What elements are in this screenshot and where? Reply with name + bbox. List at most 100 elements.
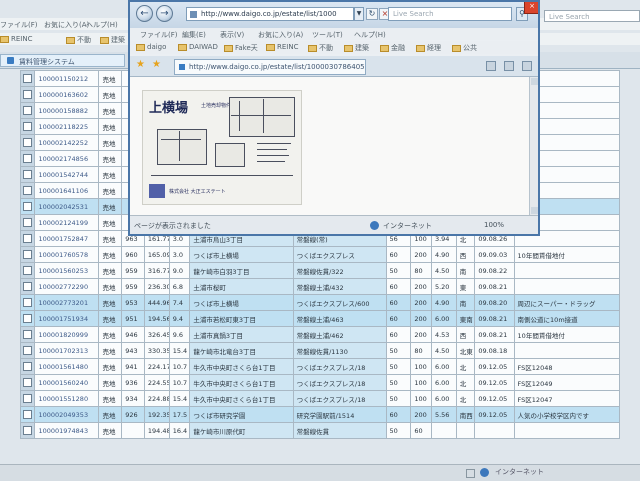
cell-id[interactable]: 100002124199 <box>34 214 100 231</box>
table-row[interactable]: 100001974843 売地 194.48 16.4 龍ケ崎市川原代町 常磐線佐貫 50 6… <box>19 422 621 439</box>
bg-favorite-item[interactable]: 建築 <box>100 35 125 45</box>
favorite-item[interactable]: daigo <box>136 43 166 51</box>
menu-view[interactable]: 表示(V) <box>220 30 244 40</box>
row-checkbox[interactable] <box>23 106 33 115</box>
zoom-level[interactable]: 100% <box>484 221 504 229</box>
cell-id[interactable]: 100001820999 <box>34 326 100 343</box>
cell-id[interactable]: 100002118225 <box>34 118 100 135</box>
row-checkbox[interactable] <box>23 346 33 355</box>
row-checkbox[interactable] <box>23 410 33 419</box>
feeds-icon[interactable] <box>504 61 514 71</box>
cell-id[interactable]: 100001561480 <box>34 358 100 375</box>
row-checkbox[interactable] <box>23 218 33 227</box>
search-input[interactable]: Live Search <box>388 7 512 21</box>
menu-favorites[interactable]: お気に入り(A) <box>258 30 303 40</box>
row-checkbox[interactable] <box>23 362 33 371</box>
cell-id[interactable]: 100001560253 <box>34 262 100 279</box>
property-flyer-image[interactable]: 上横場 土地売却物件 株式会社 大正エステート <box>142 90 302 205</box>
active-tab[interactable]: http://www.daigo.co.jp/estate/list/10000… <box>174 59 366 75</box>
row-checkbox[interactable] <box>23 90 33 99</box>
url-dropdown-button[interactable]: ▼ <box>354 7 364 21</box>
table-row[interactable]: 100001702313 売地 943 330.35 15.4 龍ケ崎市北竜台3丁目 常磐線… <box>19 342 621 359</box>
menu-file[interactable]: ファイル(F) <box>140 30 178 40</box>
cell-id[interactable]: 100001751934 <box>34 310 100 327</box>
bg-search-input[interactable]: Live Search <box>544 10 640 22</box>
refresh-button[interactable]: ↻ <box>366 8 378 20</box>
row-checkbox[interactable] <box>23 426 33 435</box>
add-favorite-icon[interactable]: ★ <box>152 59 161 71</box>
table-row[interactable]: 100001560240 売地 936 224.55 10.7 牛久市中央町さくら台1丁目… <box>19 374 621 391</box>
popup-page-content: 上横場 土地売却物件 株式会社 大正エステート <box>130 77 529 215</box>
bg-menu-item[interactable]: ファイル(F) <box>0 20 38 30</box>
forward-button[interactable]: → <box>156 5 173 22</box>
cell-id[interactable]: 100001560240 <box>34 374 100 391</box>
bg-menu-item[interactable]: ヘルプ(H) <box>86 20 118 30</box>
scroll-up-icon[interactable] <box>531 78 538 85</box>
table-row[interactable]: 100002772290 売地 959 236.30 6.8 土浦市桜町 常磐線土浦/432… <box>19 278 621 295</box>
favorite-item[interactable]: 金融 <box>380 43 405 53</box>
cell-id[interactable]: 100002042531 <box>34 198 100 215</box>
row-checkbox[interactable] <box>23 154 33 163</box>
row-checkbox[interactable] <box>23 170 33 179</box>
menu-tools[interactable]: ツール(T) <box>312 30 343 40</box>
table-row[interactable]: 100001820999 売地 946 326.45 9.6 土浦市真鍋3丁目 常磐線土浦/… <box>19 326 621 343</box>
row-checkbox[interactable] <box>23 282 33 291</box>
favorite-item[interactable]: 公共 <box>452 43 477 53</box>
print-icon[interactable] <box>522 61 532 71</box>
row-checkbox[interactable] <box>23 186 33 195</box>
cell-id[interactable]: 100002773201 <box>34 294 100 311</box>
cell-id[interactable]: 100000158882 <box>34 102 100 119</box>
home-icon[interactable] <box>486 61 496 71</box>
cell-id[interactable]: 100001542744 <box>34 166 100 183</box>
cell-id[interactable]: 100002772290 <box>34 278 100 295</box>
back-button[interactable]: ← <box>136 5 153 22</box>
favorite-item[interactable]: REINC <box>266 43 298 51</box>
scroll-down-icon[interactable] <box>531 207 538 214</box>
table-row[interactable]: 100001551280 売地 934 224.88 15.4 牛久市中央町さくら台1丁目… <box>19 390 621 407</box>
cell-id[interactable]: 100001702313 <box>34 342 100 359</box>
row-checkbox[interactable] <box>23 314 33 323</box>
cell-id[interactable]: 100002049353 <box>34 406 100 423</box>
row-checkbox[interactable] <box>23 250 33 259</box>
cell-id[interactable]: 100001974843 <box>34 422 100 439</box>
table-row[interactable]: 100001560253 売地 959 316.77 9.0 龍ケ崎市白羽3丁目 常磐線佐貫… <box>19 262 621 279</box>
favorite-item[interactable]: 不動 <box>308 43 333 53</box>
menu-help[interactable]: ヘルプ(H) <box>354 30 386 40</box>
table-row[interactable]: 100002049353 売地 926 192.35 17.5 つくば市研究学園 研究学園駅… <box>19 406 621 423</box>
cell-id[interactable]: 100001150212 <box>34 70 100 87</box>
cell-id[interactable]: 100001752847 <box>34 230 100 247</box>
favorite-item[interactable]: Fake天 <box>224 43 258 53</box>
table-row[interactable]: 100001760578 売地 960 165.09 3.0 つくば市上横場 つくばエクスプ… <box>19 246 621 263</box>
table-row[interactable]: 100001561480 売地 941 224.17 10.7 牛久市中央町さくら台1丁目… <box>19 358 621 375</box>
favorite-item[interactable]: 経理 <box>416 43 441 53</box>
url-input[interactable]: http://www.daigo.co.jp/estate/list/1000 <box>186 7 354 21</box>
cell-id[interactable]: 100002174856 <box>34 150 100 167</box>
cell-id[interactable]: 100002142252 <box>34 134 100 151</box>
bg-favorite-item[interactable]: 不動 <box>66 35 91 45</box>
bg-favorite-item[interactable]: REINC <box>0 35 32 43</box>
row-checkbox[interactable] <box>23 298 33 307</box>
menu-edit[interactable]: 編集(E) <box>182 30 206 40</box>
row-checkbox[interactable] <box>23 202 33 211</box>
favorite-item[interactable]: 建築 <box>344 43 369 53</box>
cell-id[interactable]: 100000163602 <box>34 86 100 103</box>
bg-tab[interactable]: 賃料管理システム <box>0 54 125 67</box>
popup-scrollbar[interactable] <box>529 77 538 215</box>
row-checkbox[interactable] <box>23 122 33 131</box>
row-checkbox[interactable] <box>23 74 33 83</box>
row-checkbox[interactable] <box>23 266 33 275</box>
bg-menu-item[interactable]: お気に入り(A) <box>44 20 89 30</box>
close-button[interactable]: × <box>524 2 538 14</box>
cell-id[interactable]: 100001551280 <box>34 390 100 407</box>
cell-id[interactable]: 100001760578 <box>34 246 100 263</box>
row-checkbox[interactable] <box>23 330 33 339</box>
row-checkbox[interactable] <box>23 234 33 243</box>
row-checkbox[interactable] <box>23 138 33 147</box>
row-checkbox[interactable] <box>23 394 33 403</box>
row-checkbox[interactable] <box>23 378 33 387</box>
cell-id[interactable]: 100001641106 <box>34 182 100 199</box>
table-row[interactable]: 100001751934 売地 951 194.56 9.4 土浦市若松町東3丁目 常磐線土… <box>19 310 621 327</box>
favorite-item[interactable]: DAIWAD <box>178 43 218 51</box>
table-row[interactable]: 100002773201 売地 953 444.96 7.4 つくば市上横場 つくばエクスプ… <box>19 294 621 311</box>
favorites-star-icon[interactable]: ★ <box>136 59 145 71</box>
